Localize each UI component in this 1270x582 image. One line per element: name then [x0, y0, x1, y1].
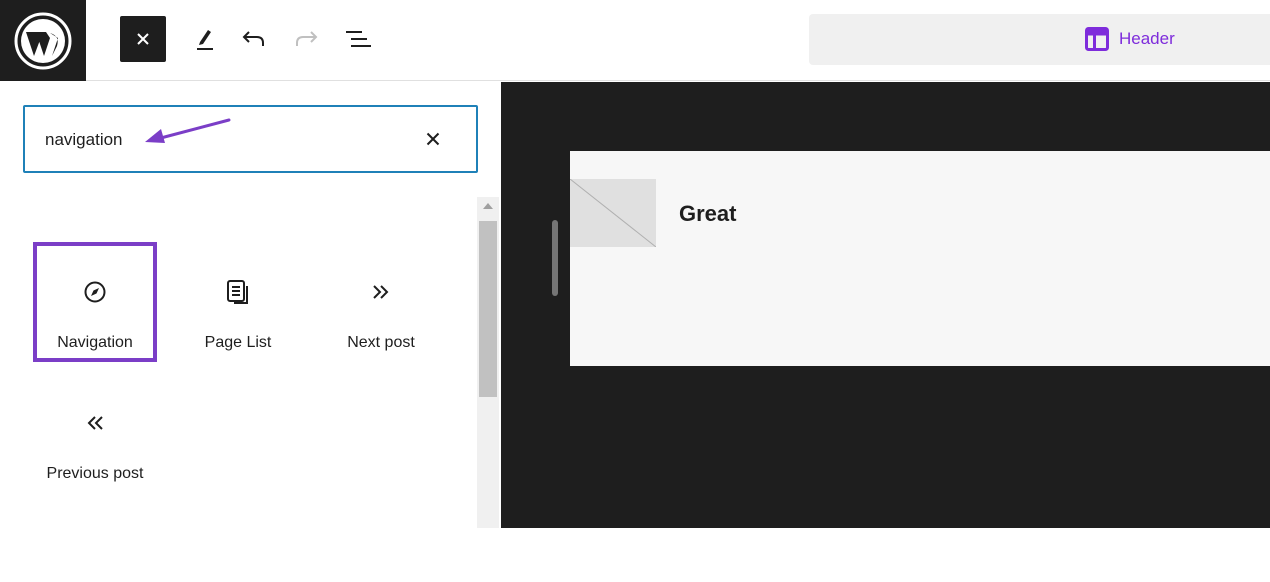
block-search — [23, 105, 478, 173]
scrollbar-thumb[interactable] — [479, 221, 497, 397]
close-icon — [426, 132, 440, 146]
list-view-icon — [346, 31, 371, 47]
close-icon — [137, 33, 149, 45]
site-logo-placeholder[interactable] — [569, 178, 657, 248]
block-navigation[interactable]: Navigation — [33, 242, 157, 362]
compass-icon — [83, 280, 107, 304]
editor-canvas: Great — [501, 82, 1270, 528]
block-inserter-panel: Navigation Page List Next post — [0, 82, 501, 528]
block-label: Previous post — [46, 465, 144, 482]
results-scrollbar[interactable] — [477, 197, 499, 528]
block-previous-post[interactable]: Previous post — [33, 373, 157, 493]
redo-button[interactable] — [288, 16, 324, 62]
wordpress-logo-button[interactable] — [0, 0, 86, 81]
site-title[interactable]: Great — [679, 201, 736, 227]
clear-search-button[interactable] — [421, 127, 445, 151]
document-overview-button[interactable] — [338, 16, 378, 62]
tools-button[interactable] — [186, 16, 222, 62]
block-label: Navigation — [57, 334, 133, 351]
document-bar[interactable]: Header — [809, 14, 1270, 65]
chevron-double-right-icon — [369, 280, 393, 304]
placeholder-diagonal-icon — [569, 178, 657, 248]
block-next-post[interactable]: Next post — [319, 242, 443, 362]
document-title: Header — [1119, 29, 1175, 48]
undo-button[interactable] — [236, 16, 272, 62]
resize-handle[interactable] — [552, 220, 558, 296]
pencil-icon — [197, 30, 213, 50]
template-part-icon — [1085, 27, 1109, 51]
redo-icon — [296, 31, 318, 46]
close-inserter-button[interactable] — [120, 16, 166, 62]
block-label: Page List — [204, 334, 272, 351]
block-results: Navigation Page List Next post Previous … — [0, 192, 476, 528]
block-label: Next post — [347, 334, 415, 351]
undo-icon — [242, 31, 264, 46]
block-page-list[interactable]: Page List — [176, 242, 300, 362]
annotation-arrow — [145, 118, 231, 143]
page-list-icon — [226, 280, 250, 304]
scroll-up-arrow-icon[interactable] — [483, 203, 493, 209]
header-preview[interactable]: Great — [569, 151, 1270, 366]
editor-header: Header — [0, 0, 1270, 81]
chevron-double-left-icon — [83, 411, 107, 435]
wordpress-logo-icon — [14, 12, 72, 69]
